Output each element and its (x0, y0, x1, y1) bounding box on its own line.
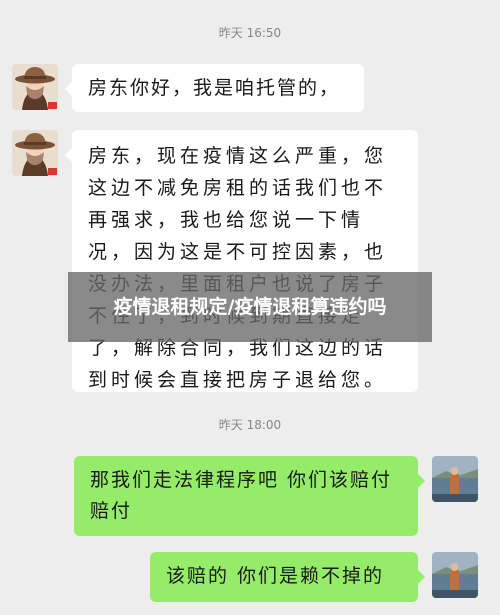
timestamp: 昨天 16:50 (218, 26, 282, 40)
message-text: 那我们走法律程序吧 你们该赔付赔付 (90, 469, 393, 522)
contact-avatar-icon[interactable] (12, 130, 58, 176)
article-title-overlay: 疫情退租规定/疫情退租算违约吗 (68, 272, 432, 342)
message-bubble-incoming[interactable]: 房东你好，我是咱托管的， (65, 64, 364, 112)
message-text: 该赔的 你们是赖不掉的 (166, 565, 385, 587)
cowboy-hat-girl-avatar-icon (12, 64, 58, 110)
article-title: 疫情退租规定/疫情退租算违约吗 (113, 296, 387, 318)
message-text: 房东你好，我是咱托管的， (88, 77, 341, 99)
contact-avatar-icon[interactable] (12, 64, 58, 110)
cowboy-hat-girl-avatar-icon (12, 130, 58, 176)
message-bubble-outgoing[interactable]: 那我们走法律程序吧 你们该赔付赔付 (74, 456, 425, 536)
message-bubble-incoming[interactable]: 房东，现在疫情这么严重，您这边不减免房租的话我们也不再强求，我也给您说一下情况，… (65, 130, 418, 392)
seaside-photo-avatar-icon (432, 552, 478, 598)
seaside-photo-avatar-icon (432, 456, 478, 502)
user-avatar-icon[interactable] (432, 552, 478, 598)
message-text: 房东，现在疫情这么严重，您这边不减免房租的话我们也不再强求，我也给您说一下情况，… (88, 145, 388, 391)
message-bubble-outgoing[interactable]: 该赔的 你们是赖不掉的 (150, 552, 425, 602)
timestamp: 昨天 18:00 (218, 418, 282, 432)
user-avatar-icon[interactable] (432, 456, 478, 502)
